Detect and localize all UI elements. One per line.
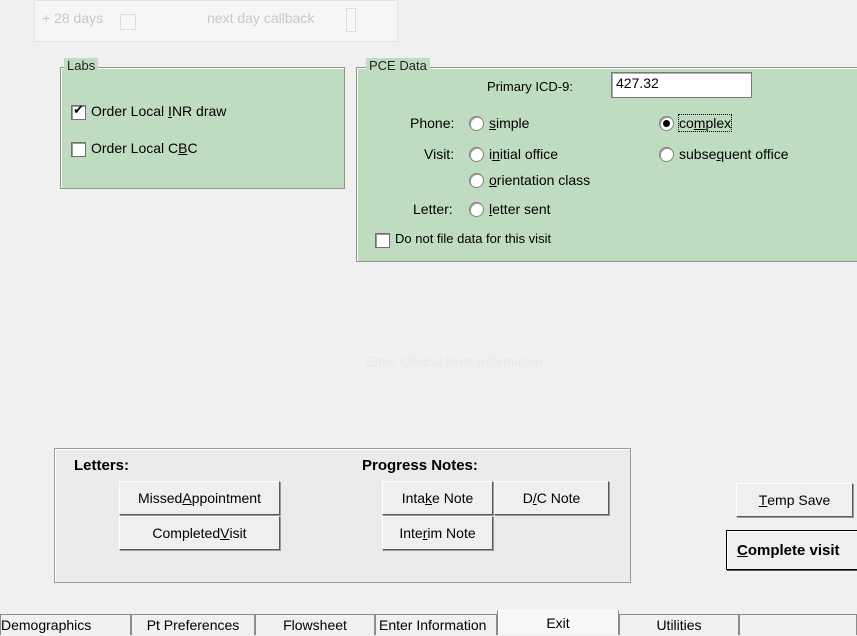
visit-orientation-label: orientation class — [489, 172, 591, 188]
icd-input[interactable]: 427.32 — [611, 72, 752, 98]
phone-simple-label: simple — [489, 115, 530, 131]
tab-flowsheet[interactable]: Flowsheet — [255, 614, 375, 635]
visit-initial-label: initial office — [489, 146, 559, 162]
phone-label: Phone: — [410, 115, 455, 131]
ghost-overlay-text: Enter Clinical Note Information — [366, 354, 543, 369]
complete-visit-button[interactable]: Complete visit — [726, 530, 857, 570]
pce-title: PCE Data — [366, 58, 430, 73]
callback-label: next day callback — [207, 10, 315, 26]
tab-extra[interactable] — [739, 614, 857, 635]
interim-note-button[interactable]: Inte r im Note — [382, 516, 493, 550]
letter-label: Letter: — [413, 201, 453, 217]
intake-note-button[interactable]: Inta k e Note — [382, 481, 493, 515]
tab-pt-preferences[interactable]: Pt Preferences — [131, 614, 255, 635]
letters-title: Letters: — [74, 457, 130, 474]
no-file-checkbox[interactable] — [375, 233, 390, 248]
phone-simple-radio[interactable] — [469, 116, 484, 131]
labs-group — [60, 67, 345, 189]
completed-visit-button[interactable]: Completed Visit — [119, 516, 280, 550]
visit-orientation-radio[interactable] — [469, 173, 484, 188]
visit-subsequent-radio[interactable] — [659, 147, 674, 162]
tab-exit[interactable]: Exit — [497, 610, 619, 635]
tab-enter-information[interactable]: Enter Information — [375, 614, 497, 635]
order-inr-label: Order Local INR draw — [91, 103, 227, 119]
phone-complex-radio[interactable] — [659, 116, 674, 131]
tab-demographics[interactable]: Demographics — [0, 614, 131, 635]
order-cbc-label: Order Local CBC — [91, 140, 198, 156]
visit-initial-radio[interactable] — [469, 147, 484, 162]
tab-utilities[interactable]: Utilities — [619, 614, 739, 635]
missed-appointment-button[interactable]: Missed Appointment — [119, 481, 280, 515]
visit-label: Visit: — [424, 146, 455, 162]
visit-subsequent-label: subsequent office — [679, 146, 789, 162]
days-checkbox[interactable] — [120, 14, 136, 30]
no-file-label: Do not file data for this visit — [395, 231, 552, 246]
dc-note-button[interactable]: D / C Note — [494, 481, 609, 515]
progress-notes-title: Progress Notes: — [362, 457, 478, 474]
callback-field[interactable] — [346, 8, 356, 32]
temp-save-button[interactable]: Temp Save — [736, 483, 853, 517]
phone-complex-label: complex — [677, 114, 733, 132]
order-inr-checkbox[interactable] — [71, 103, 86, 120]
icd-label: Primary ICD-9: — [487, 79, 573, 94]
order-cbc-checkbox[interactable] — [71, 142, 86, 157]
labs-title: Labs — [64, 58, 99, 73]
letter-sent-radio[interactable] — [469, 202, 484, 217]
letter-sent-label: letter sent — [489, 201, 551, 217]
days-label: + 28 days — [42, 10, 104, 26]
